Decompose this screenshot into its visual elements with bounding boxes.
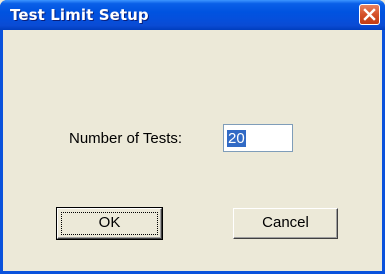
number-of-tests-value: 20	[227, 130, 246, 147]
ok-button-label: OK	[98, 214, 121, 231]
close-icon	[363, 8, 376, 21]
number-of-tests-label: Number of Tests:	[69, 130, 183, 147]
number-of-tests-input[interactable]: 20	[223, 124, 293, 152]
close-button[interactable]	[359, 4, 380, 25]
dialog-window: Test Limit Setup Number of Tests: 20 OK …	[0, 0, 385, 274]
cancel-button[interactable]: Cancel	[233, 208, 338, 239]
dialog-body: Number of Tests: 20 OK Cancel	[3, 30, 382, 271]
title-bar[interactable]: Test Limit Setup	[0, 0, 385, 30]
ok-button[interactable]: OK	[56, 207, 163, 240]
cancel-button-label: Cancel	[262, 214, 309, 231]
window-title: Test Limit Setup	[10, 6, 149, 24]
